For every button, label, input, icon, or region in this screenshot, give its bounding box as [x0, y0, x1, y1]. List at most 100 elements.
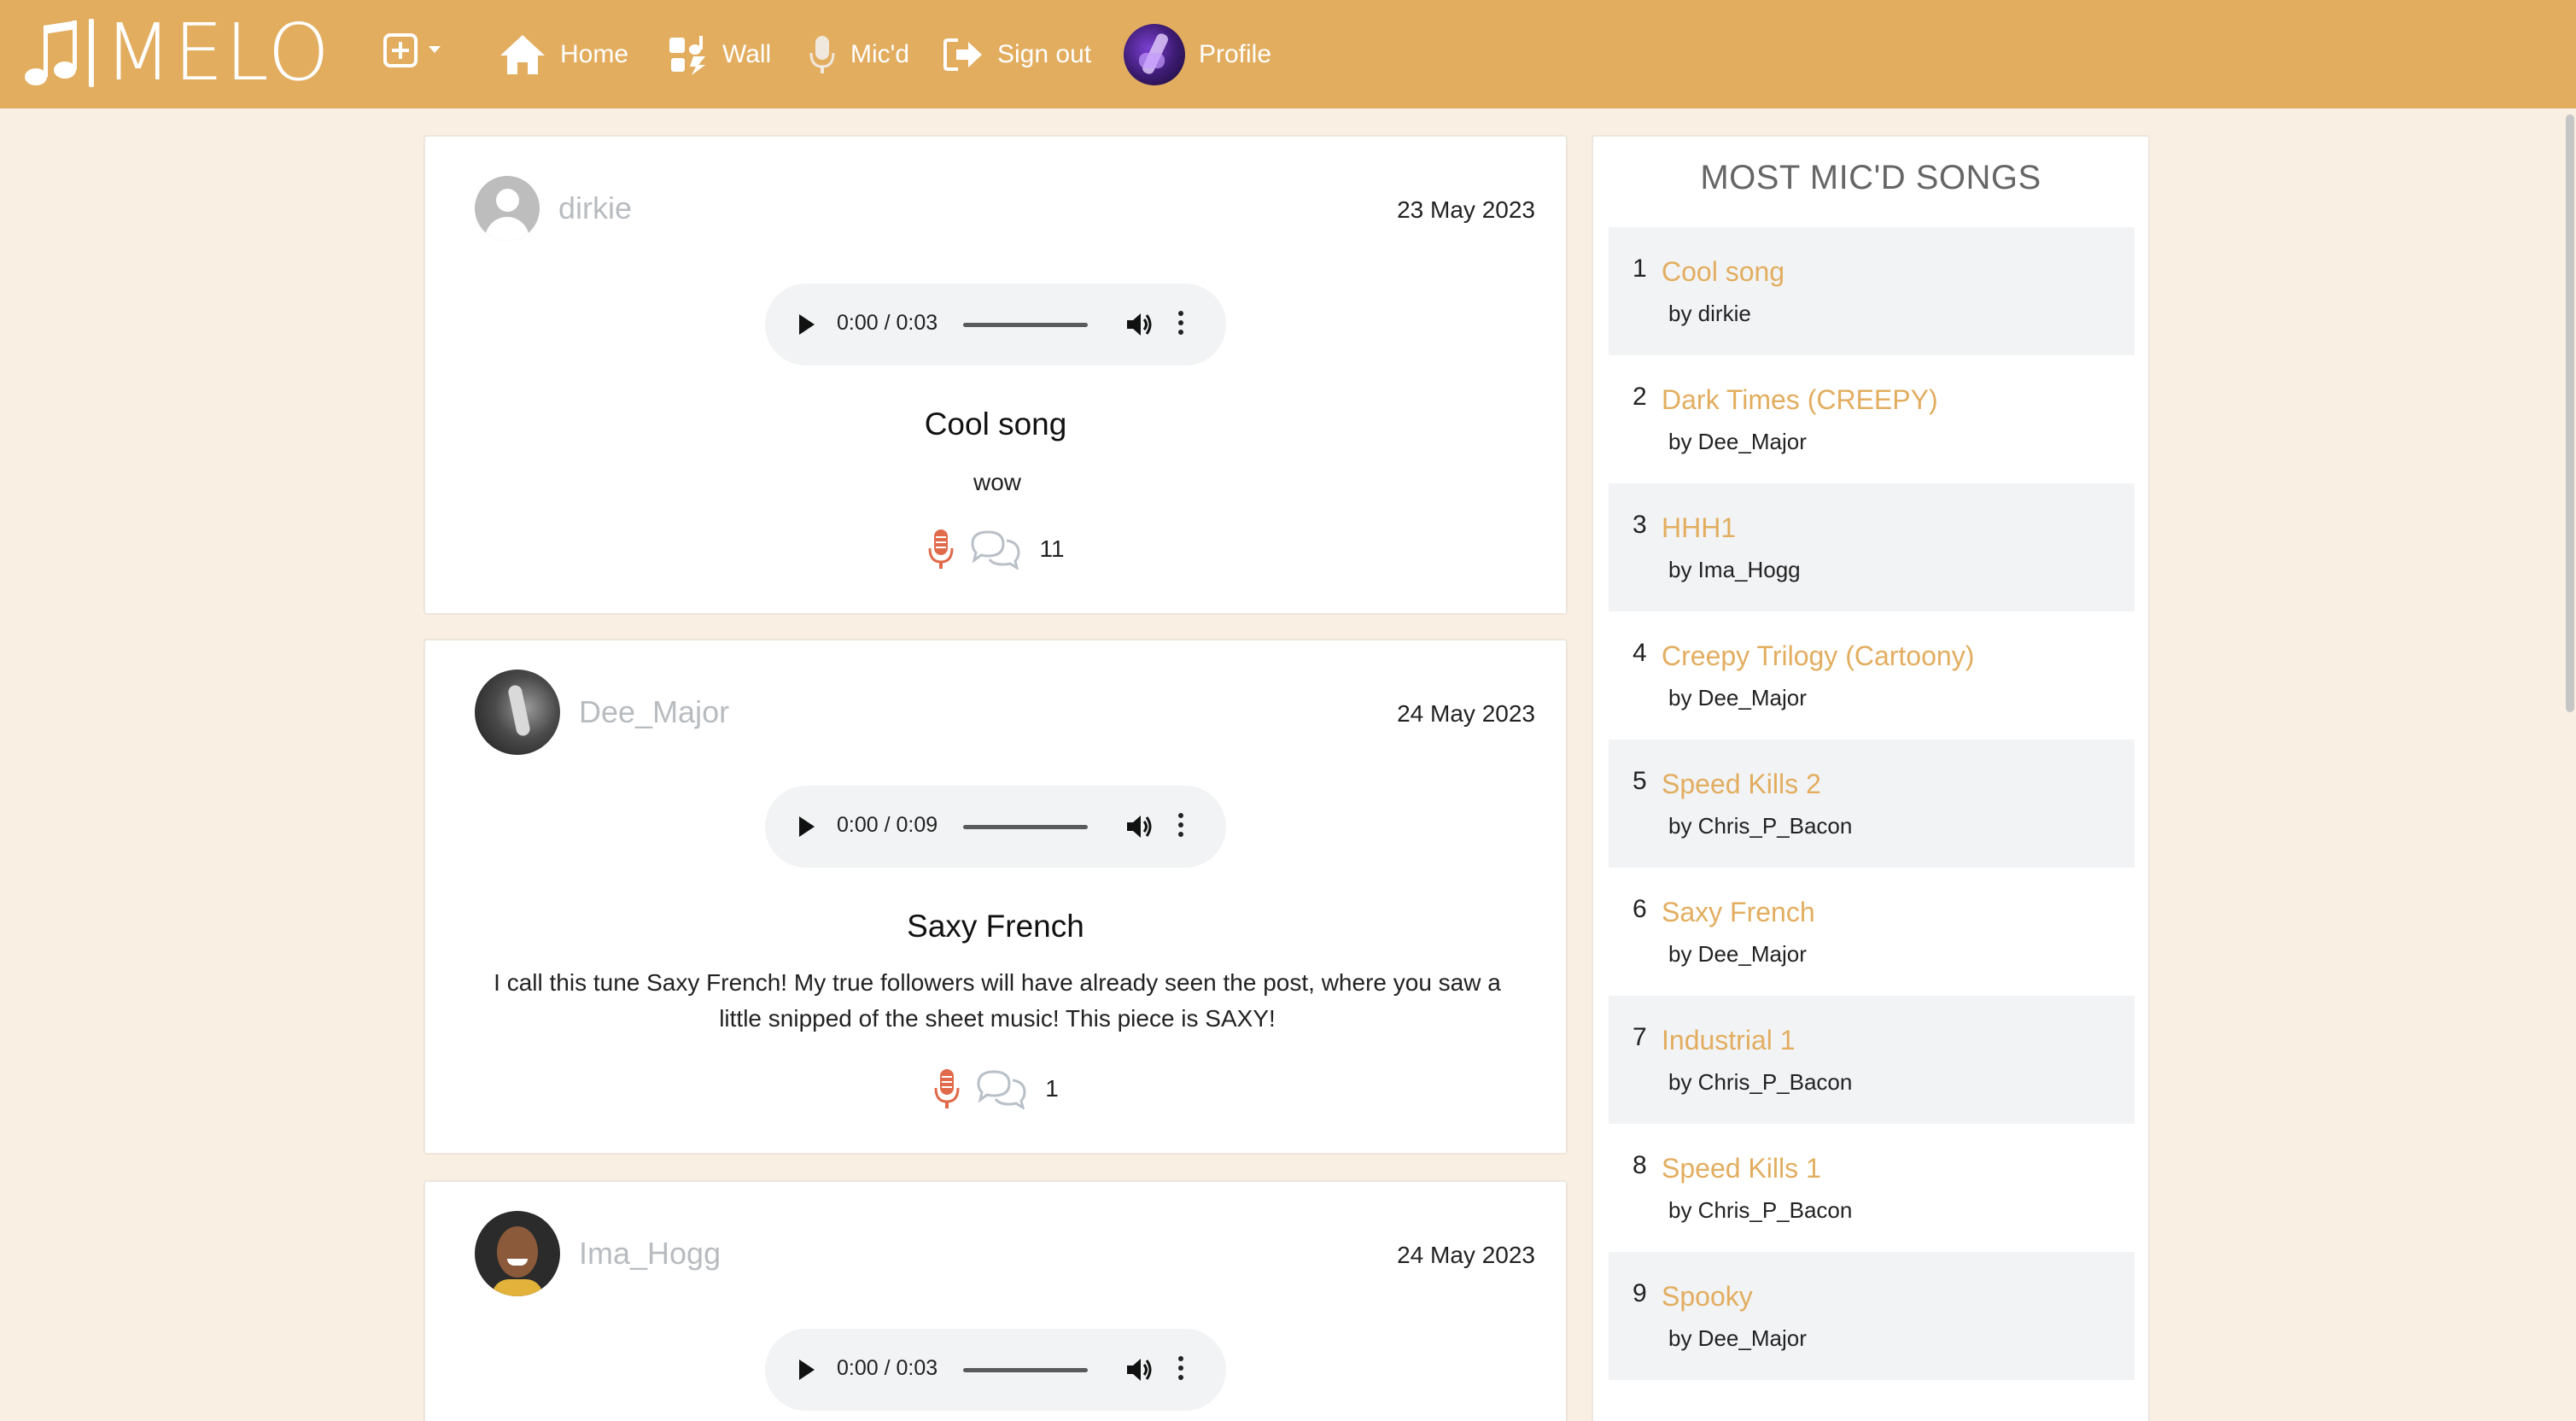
list-item[interactable]: 7 Industrial 1 by Chris_P_Bacon	[1609, 996, 2135, 1124]
rank-song-title[interactable]: Cool song	[1662, 256, 1785, 288]
rank-song-title[interactable]: HHH1	[1662, 512, 1736, 544]
list-item[interactable]: 3 HHH1 by Ima_Hogg	[1609, 483, 2135, 611]
nav-wall-label: Wall	[722, 39, 772, 68]
sidebar-title: MOST MIC'D SONGS	[1700, 159, 2042, 196]
rank-song-title[interactable]: Spooky	[1662, 1281, 1753, 1313]
rank-song-title[interactable]: Speed Kills 2	[1662, 769, 1821, 800]
list-item[interactable]: 5 Speed Kills 2 by Chris_P_Bacon	[1609, 740, 2135, 868]
rank-number: 8	[1633, 1151, 1647, 1179]
rank-number: 6	[1633, 895, 1647, 923]
more-options-icon[interactable]	[1178, 311, 1183, 339]
nav-micd[interactable]: Mic'd	[808, 0, 909, 108]
plus-square-icon	[383, 33, 418, 67]
avatar	[475, 670, 560, 755]
list-item[interactable]: 1 Cool song by dirkie	[1609, 227, 2135, 355]
audio-progress-track[interactable]	[963, 1368, 1088, 1372]
song-description: wow	[973, 469, 1021, 495]
rank-song-title[interactable]: Dark Times (CREEPY)	[1662, 384, 1938, 416]
post-date: 24 May 2023	[1397, 1242, 1535, 1268]
list-item[interactable]: 6 Saxy French by Dee_Major	[1609, 868, 2135, 996]
rank-number: 5	[1633, 767, 1647, 795]
nav-home-label: Home	[560, 39, 629, 68]
rank-song-title[interactable]: Creepy Trilogy (Cartoony)	[1662, 640, 1974, 672]
author-name: Ima_Hogg	[579, 1236, 721, 1271]
post-actions: 11	[425, 528, 1566, 570]
volume-icon[interactable]	[1125, 311, 1154, 338]
song-title[interactable]: Cool song	[425, 406, 1566, 442]
nav-profile-label: Profile	[1199, 39, 1272, 68]
nav-wall[interactable]: Wall	[668, 0, 771, 108]
audio-player[interactable]: 0:00 / 0:03	[765, 1329, 1226, 1411]
rank-number: 9	[1633, 1279, 1647, 1307]
post-card: Ima_Hogg 24 May 2023 0:00 / 0:03	[423, 1180, 1568, 1421]
audio-time: 0:00 / 0:03	[837, 1356, 938, 1380]
sign-out-icon	[943, 38, 982, 71]
audio-time: 0:00 / 0:03	[837, 311, 938, 335]
audio-time: 0:00 / 0:09	[837, 813, 938, 837]
volume-icon[interactable]	[1125, 1356, 1154, 1383]
brand-name: MELO	[104, 7, 331, 98]
post-date: 23 May 2023	[1397, 196, 1535, 223]
page-scrollbar[interactable]	[2566, 114, 2574, 712]
brand-divider	[89, 19, 94, 87]
list-item[interactable]: 2 Dark Times (CREEPY) by Dee_Major	[1609, 355, 2135, 483]
list-item[interactable]: 8 Speed Kills 1 by Chris_P_Bacon	[1609, 1124, 2135, 1252]
rank-artist: by Dee_Major	[1668, 941, 1807, 967]
rank-artist: by Ima_Hogg	[1668, 557, 1801, 582]
volume-icon[interactable]	[1125, 813, 1154, 840]
wall-icon	[669, 35, 705, 75]
nav-signout[interactable]: Sign out	[943, 0, 1091, 108]
rank-song-title[interactable]: Speed Kills 1	[1662, 1153, 1821, 1184]
most-micd-sidebar: MOST MIC'D SONGS 1 Cool song by dirkie 2…	[1592, 135, 2150, 1421]
comments-icon[interactable]	[969, 529, 1022, 570]
post-actions: 1	[425, 1067, 1566, 1110]
list-item[interactable]: 9 Spooky by Dee_Major	[1609, 1252, 2135, 1380]
song-title[interactable]: Saxy French	[425, 909, 1566, 944]
navbar: MELO Home Wall Mic'd Sign out Profile	[0, 0, 2576, 108]
rank-number: 2	[1633, 383, 1647, 411]
rank-artist: by Chris_P_Bacon	[1668, 1069, 1853, 1095]
rank-artist: by Dee_Major	[1668, 1325, 1807, 1351]
avatar	[475, 176, 540, 241]
avatar	[475, 1211, 560, 1296]
home-icon	[500, 34, 545, 74]
post-card: Dee_Major 24 May 2023 0:00 / 0:09 Saxy F…	[423, 639, 1568, 1155]
rank-number: 1	[1633, 254, 1647, 283]
nav-home[interactable]: Home	[499, 0, 628, 108]
rank-song-title[interactable]: Saxy French	[1662, 897, 1815, 928]
song-description: I call this tune Saxy French! My true fo…	[494, 969, 1501, 1032]
post-author[interactable]: dirkie	[475, 176, 632, 241]
microphone-icon[interactable]	[926, 528, 955, 570]
audio-progress-track[interactable]	[963, 825, 1088, 829]
author-name: Dee_Major	[579, 694, 730, 729]
audio-progress-track[interactable]	[963, 323, 1088, 327]
play-icon[interactable]	[799, 1360, 815, 1380]
nav-micd-label: Mic'd	[850, 39, 910, 68]
rank-number: 3	[1633, 511, 1647, 539]
profile-avatar	[1124, 23, 1185, 85]
caret-down-icon	[429, 46, 441, 53]
post-author[interactable]: Dee_Major	[475, 670, 729, 755]
comment-count: 1	[1045, 1075, 1059, 1102]
add-post-dropdown[interactable]	[383, 32, 441, 68]
brand-logo[interactable]: MELO	[24, 7, 331, 98]
play-icon[interactable]	[799, 314, 815, 335]
microphone-icon[interactable]	[932, 1067, 961, 1110]
nav-signout-label: Sign out	[997, 39, 1092, 68]
rank-song-title[interactable]: Industrial 1	[1662, 1025, 1796, 1056]
play-icon[interactable]	[799, 816, 815, 837]
author-name: dirkie	[558, 190, 633, 225]
comments-icon[interactable]	[975, 1068, 1028, 1109]
rank-artist: by Chris_P_Bacon	[1668, 1197, 1853, 1223]
audio-player[interactable]: 0:00 / 0:03	[765, 284, 1226, 365]
audio-player[interactable]: 0:00 / 0:09	[765, 786, 1226, 868]
rank-artist: by dirkie	[1668, 301, 1751, 326]
microphone-icon	[809, 35, 835, 73]
list-item[interactable]: 4 Creepy Trilogy (Cartoony) by Dee_Major	[1609, 611, 2135, 740]
nav-profile[interactable]: Profile	[1124, 0, 1271, 108]
more-options-icon[interactable]	[1178, 1356, 1183, 1384]
rank-artist: by Chris_P_Bacon	[1668, 813, 1853, 839]
post-author[interactable]: Ima_Hogg	[475, 1211, 721, 1296]
post-card: dirkie 23 May 2023 0:00 / 0:03 Cool song…	[423, 135, 1568, 615]
more-options-icon[interactable]	[1178, 813, 1183, 841]
